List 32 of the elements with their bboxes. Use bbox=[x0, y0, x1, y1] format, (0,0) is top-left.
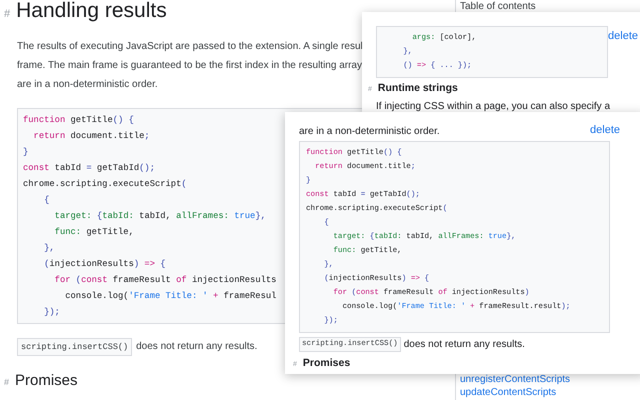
code-line: function getTitle() { bbox=[23, 114, 134, 126]
code-line: chrome.scripting.executeScript( bbox=[23, 178, 187, 190]
section-heading: Handling results bbox=[16, 0, 167, 22]
code-line: }, bbox=[43, 242, 55, 254]
section-heading: Promises bbox=[302, 356, 350, 372]
body-text: are in a non-deterministic order. bbox=[299, 125, 440, 139]
delete-link[interactable]: delete bbox=[608, 28, 638, 44]
section-heading: Promises bbox=[15, 371, 78, 392]
paragraph-line: are in a non-deterministic order. bbox=[17, 78, 158, 92]
code-line: (injectionResults) => { bbox=[43, 258, 166, 270]
delete-link[interactable]: delete bbox=[590, 122, 620, 138]
code-line: const tabId = getTabId(); bbox=[23, 162, 155, 174]
anchor-link[interactable]: # bbox=[4, 6, 10, 22]
paragraph-line: frame. The main frame is guaranteed to be the first index in the resulting array bbox=[17, 58, 362, 72]
code-line: target: {tabId: tabId, allFrames: true}, bbox=[54, 210, 266, 222]
code-line: func: getTitle, bbox=[54, 226, 134, 238]
body-text: does not return any results. bbox=[404, 338, 525, 352]
toc-title: Table of contents bbox=[460, 1, 536, 13]
code-line: return document.title; bbox=[32, 130, 150, 142]
anchor-link[interactable]: # bbox=[4, 376, 10, 390]
toc-link[interactable]: updateContentScripts bbox=[460, 386, 556, 399]
body-text: If injecting CSS within a page, you can also specify a bbox=[376, 100, 610, 112]
section-heading: Runtime strings bbox=[378, 81, 458, 96]
code-line: { bbox=[43, 194, 50, 206]
code-line: }); bbox=[43, 306, 60, 318]
code-line: } bbox=[23, 146, 28, 158]
code-line: for (const frameResult of injectionResults bbox=[54, 274, 276, 286]
code-line: console.log('Frame Title: ' + frameResul bbox=[64, 290, 276, 302]
toc-link[interactable]: unregisterContentScripts bbox=[460, 373, 570, 386]
inline-code: scripting.insertCSS() bbox=[17, 338, 132, 356]
paragraph-line: The results of executing JavaScript are passed to the extension. A single resul bbox=[17, 40, 363, 54]
body-text: does not return any results. bbox=[136, 340, 258, 354]
